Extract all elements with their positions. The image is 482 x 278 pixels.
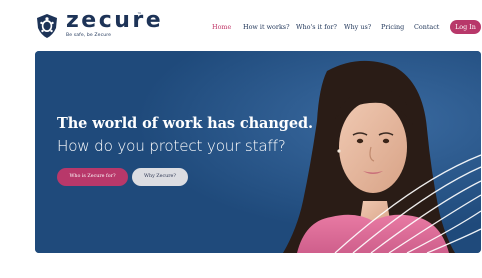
nav-link-home[interactable]: Home bbox=[212, 23, 231, 32]
who-is-zecure-for-button[interactable]: Who is Zecure for? bbox=[57, 168, 128, 186]
site-header: zecure ™ Be safe, be Zecure Home How it … bbox=[0, 0, 482, 52]
nav-link-pricing[interactable]: Pricing bbox=[381, 23, 404, 32]
hero-title: The world of work has changed. bbox=[57, 115, 313, 132]
nav-link-whos-it-for[interactable]: Who's it for? bbox=[296, 23, 337, 32]
nav-link-how-it-works[interactable]: How it works? bbox=[243, 23, 290, 32]
brand-tagline: Be safe, be Zecure bbox=[66, 33, 112, 38]
trademark-symbol: ™ bbox=[137, 12, 142, 18]
hero-banner: The world of work has changed. How do yo… bbox=[35, 51, 481, 253]
nav-link-contact[interactable]: Contact bbox=[414, 23, 439, 32]
brand-logo-text[interactable]: zecure bbox=[66, 8, 163, 34]
nav-link-why-us[interactable]: Why us? bbox=[344, 23, 371, 32]
hero-subtitle: How do you protect your staff? bbox=[57, 137, 286, 155]
login-button[interactable]: Log In bbox=[450, 20, 481, 34]
turtle-shield-icon[interactable] bbox=[36, 14, 58, 38]
why-zecure-button[interactable]: Why Zecure? bbox=[132, 168, 188, 186]
